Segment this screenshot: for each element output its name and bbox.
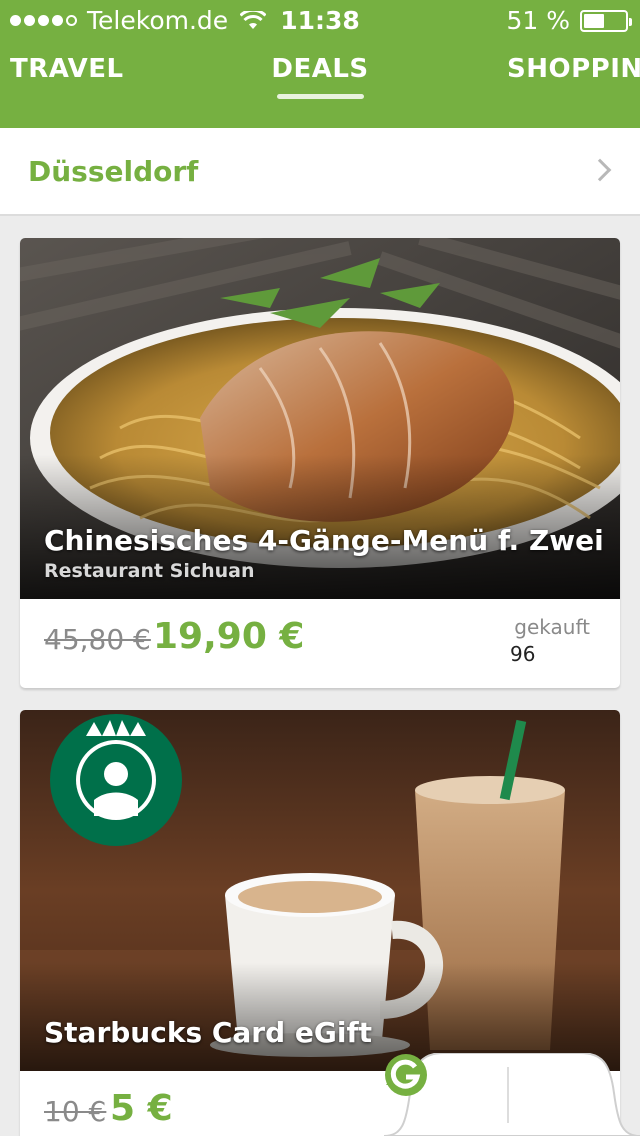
- sold-label: gekauft: [514, 615, 590, 639]
- bottom-action-bar: [384, 1053, 640, 1136]
- g-logo-icon[interactable]: [384, 1053, 428, 1097]
- battery-indicator: 51 %: [506, 6, 632, 35]
- chevron-right-icon: [588, 158, 612, 182]
- active-tab-indicator: [277, 94, 364, 99]
- city-selector[interactable]: Düsseldorf: [0, 128, 640, 216]
- bottom-bar-divider: [507, 1067, 509, 1123]
- deal-title: Chinesisches 4-Gänge-Menü f. Zwei: [44, 524, 604, 557]
- battery-text: 51 %: [506, 6, 570, 35]
- deal-merchant: Restaurant Sichuan: [44, 560, 255, 582]
- city-name: Düsseldorf: [28, 155, 199, 188]
- new-price: 19,90 €: [153, 616, 305, 657]
- tab-shopping[interactable]: SHOPPING: [507, 54, 640, 84]
- sold-count: 96: [510, 642, 536, 666]
- status-bar: Telekom.de 11:38 51 %: [0, 0, 640, 40]
- category-tabs: TRAVEL DEALS SHOPPING: [0, 40, 640, 128]
- battery-icon: [580, 9, 632, 32]
- old-price: 10 €: [44, 1095, 107, 1128]
- new-price: 5 €: [110, 1088, 173, 1129]
- app-header: Telekom.de 11:38 51 % TRAVEL DEALS SHOPP…: [0, 0, 640, 128]
- deal-card[interactable]: Chinesisches 4-Gänge-Menü f. Zwei Restau…: [20, 238, 620, 688]
- price-row: 45,80 € 19,90 € gekauft 96: [20, 599, 620, 688]
- old-price: 45,80 €: [44, 623, 151, 656]
- deal-title: Starbucks Card eGift: [44, 1016, 373, 1049]
